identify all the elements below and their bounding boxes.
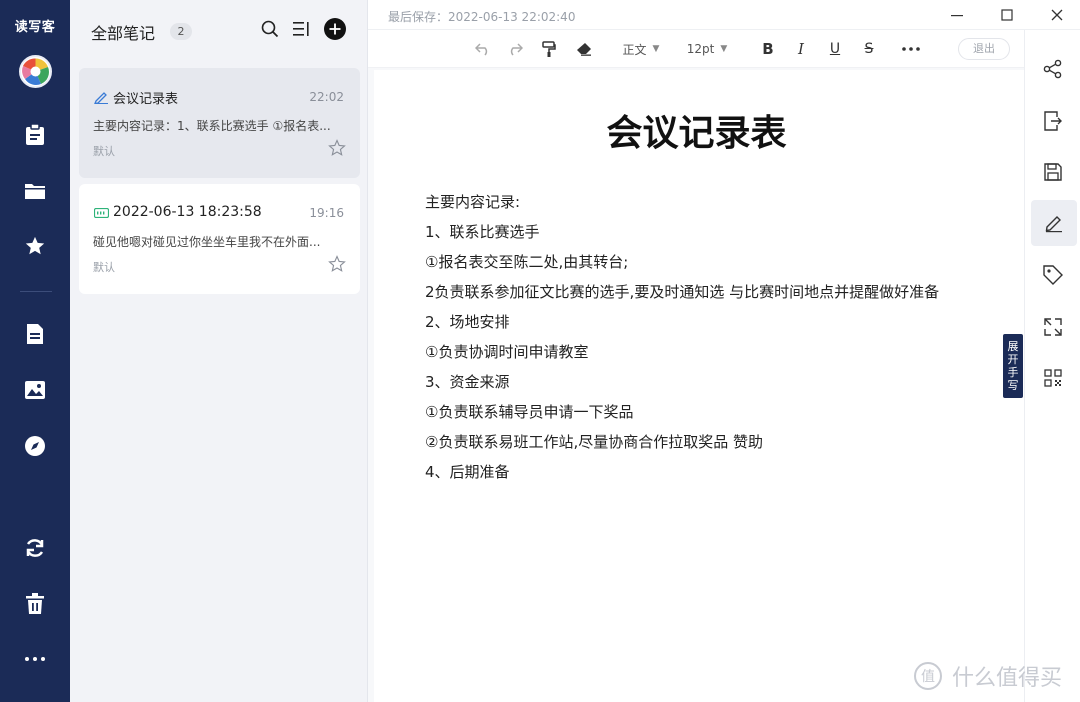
watermark-logo-icon: 值 [914, 662, 942, 690]
app-logo-text: 读写客 [14, 20, 56, 35]
left-nav-rail: 读写客 [0, 0, 70, 702]
document-body[interactable]: 主要内容记录: 1、联系比赛选手 ①报名表交至陈二处,由其转台; 2负责联系参加… [425, 187, 1005, 487]
trash-icon[interactable] [23, 592, 47, 616]
exit-button[interactable]: 退出 [958, 38, 1010, 60]
editor-status-bar: 最后保存：2022-06-13 22:02:40 [368, 0, 1080, 30]
note-card[interactable]: 会议记录表 22:02 主要内容记录：1、联系比赛选手 ①报名表... 默认 [79, 68, 360, 178]
right-tool-strip [1024, 30, 1080, 702]
document-icon[interactable] [23, 322, 47, 346]
star-icon[interactable] [23, 234, 47, 258]
note-card[interactable]: 2022-06-13 18:23:58 19:16 碰见他嗯对碰见过你坐坐车里我… [79, 184, 360, 294]
note-list-panel: 全部笔记 2 会议记录表 22:02 主要内容记录：1、联系比赛选手 ①报名表.… [70, 0, 368, 702]
close-button[interactable] [1046, 4, 1068, 26]
document-line: 2负责联系参加征文比赛的选手,要及时通知选 与比赛时间地点并提醒做好准备 [425, 283, 940, 301]
note-count-badge: 2 [170, 23, 192, 40]
last-saved-text: 最后保存：2022-06-13 22:02:40 [388, 10, 576, 24]
export-icon[interactable] [1042, 110, 1064, 132]
favorite-star-icon[interactable] [328, 139, 346, 157]
more-options-icon[interactable] [900, 39, 922, 59]
underline-button[interactable]: U [825, 39, 845, 59]
rail-divider [20, 291, 52, 292]
format-toolbar: 正文 ▼ 12pt ▼ B I U S 退出 [368, 30, 1024, 68]
expand-handwriting-tab[interactable]: 展开手写 [1003, 334, 1023, 398]
note-title: 会议记录表 [113, 92, 179, 107]
note-title: 2022-06-13 18:23:58 [113, 204, 262, 220]
note-time: 19:16 [309, 206, 344, 220]
strikethrough-button[interactable]: S [859, 39, 879, 59]
document-title[interactable]: 会议记录表 [374, 104, 1019, 156]
image-icon[interactable] [23, 378, 47, 402]
document-line: 主要内容记录: [425, 193, 521, 211]
watermark: 值 什么值得买 [914, 660, 1062, 692]
document-line: 3、资金来源 [425, 373, 510, 391]
fullscreen-icon[interactable] [1042, 316, 1064, 338]
tag-icon[interactable] [1042, 264, 1064, 286]
notes-icon[interactable] [23, 123, 47, 147]
favorite-star-icon[interactable] [328, 255, 346, 273]
document-line: ①负责联系辅导员申请一下奖品 [425, 403, 634, 421]
document-line: ①负责协调时间申请教室 [425, 343, 589, 361]
avatar[interactable] [19, 55, 52, 88]
font-size-select[interactable]: 12pt ▼ [686, 39, 728, 59]
document-line: 2、场地安排 [425, 313, 510, 331]
undo-icon[interactable] [472, 39, 494, 59]
note-tag: 默认 [93, 145, 115, 158]
paragraph-style-select[interactable]: 正文 ▼ [620, 39, 662, 59]
share-icon[interactable] [1042, 58, 1064, 80]
document-line: ②负责联系易班工作站,尽量协商合作拉取奖品 赞助 [425, 433, 763, 451]
edit-mode-icon[interactable] [1031, 200, 1077, 246]
recording-icon [93, 206, 109, 220]
sort-icon[interactable] [290, 18, 312, 40]
folder-icon[interactable] [23, 179, 47, 203]
search-icon[interactable] [259, 18, 281, 40]
bold-button[interactable]: B [758, 39, 778, 59]
paragraph-style-value: 正文 [622, 42, 647, 57]
note-tag: 默认 [93, 261, 115, 274]
redo-icon[interactable] [504, 39, 526, 59]
document-canvas[interactable]: 会议记录表 主要内容记录: 1、联系比赛选手 ①报名表交至陈二处,由其转台; 2… [374, 70, 1024, 702]
compass-icon[interactable] [23, 434, 47, 458]
sync-icon[interactable] [23, 536, 47, 560]
pen-icon [93, 90, 109, 104]
maximize-button[interactable] [996, 4, 1018, 26]
document-line: ①报名表交至陈二处,由其转台; [425, 253, 629, 271]
note-excerpt: 主要内容记录：1、联系比赛选手 ①报名表... [93, 119, 331, 133]
document-line: 4、后期准备 [425, 463, 510, 481]
minimize-button[interactable] [946, 4, 968, 26]
eraser-icon[interactable] [573, 39, 595, 59]
watermark-text: 什么值得买 [952, 666, 1063, 691]
note-time: 22:02 [309, 90, 344, 104]
qrcode-icon[interactable] [1042, 367, 1064, 389]
document-line: 1、联系比赛选手 [425, 223, 540, 241]
save-icon[interactable] [1042, 161, 1064, 183]
italic-button[interactable]: I [791, 39, 811, 59]
list-title: 全部笔记 [91, 24, 156, 43]
more-icon[interactable] [23, 647, 47, 671]
add-note-button[interactable] [324, 18, 346, 40]
font-size-value: 12pt [686, 42, 715, 56]
note-excerpt: 碰见他嗯对碰见过你坐坐车里我不在外面... [93, 235, 321, 249]
format-painter-icon[interactable] [538, 39, 560, 59]
